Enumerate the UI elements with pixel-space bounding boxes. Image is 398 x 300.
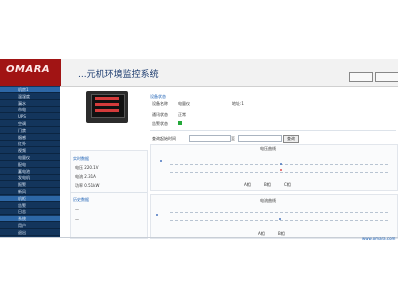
sidebar-item-label: 用户	[18, 223, 26, 228]
chart1-gridline-1	[170, 164, 388, 165]
comm-status-label: 通讯状态	[152, 112, 168, 117]
device-name-label: 设备名称	[152, 101, 168, 106]
start-date-input[interactable]	[189, 135, 231, 142]
sidebar-item-label: 告警	[18, 202, 26, 208]
device-name-value: 电量仪	[178, 101, 190, 106]
chart2-legend-1: A相	[258, 231, 265, 236]
device-address: 地址:1	[232, 101, 244, 106]
sidebar-item-label: 视频	[18, 148, 26, 154]
sidebar-item[interactable]: 红外	[0, 141, 60, 148]
sidebar-item-label: 机柜	[18, 195, 26, 201]
sidebar-item-label: 退出	[18, 229, 26, 235]
chart1-panel	[150, 144, 398, 191]
chart1-point	[160, 160, 162, 162]
sidebar-item-label: 发电机	[18, 175, 30, 181]
sidebar-item[interactable]: 视频	[0, 148, 60, 155]
realtime-item-3: 功率 0.51kW	[75, 183, 100, 188]
chart1-point	[280, 169, 282, 171]
sidebar-item[interactable]: UPS	[0, 114, 60, 121]
left-panel	[70, 150, 148, 239]
sidebar-item[interactable]: 蓄电池	[0, 169, 60, 175]
sidebar-item[interactable]: 报警	[0, 182, 60, 189]
query-end-label: 至	[231, 136, 235, 141]
sidebar-item[interactable]: 温湿度	[0, 94, 60, 100]
sidebar-item-label: 蓄电池	[18, 168, 30, 174]
sidebar-item-label: UPS	[18, 114, 26, 120]
close-button[interactable]	[375, 72, 398, 82]
display-row-1	[95, 97, 119, 100]
sidebar-item[interactable]: 漏水	[0, 101, 60, 107]
sidebar-item[interactable]: 告警	[0, 203, 60, 209]
minimize-button[interactable]	[349, 72, 373, 82]
sidebar-item[interactable]: 市电	[0, 107, 60, 114]
sidebar-item[interactable]: 机房1	[0, 87, 60, 93]
chart1-gridline-2	[170, 172, 388, 173]
sidebar-item[interactable]: 门禁	[0, 128, 60, 134]
sidebar-item-label: 日志	[18, 209, 26, 215]
sidebar-item[interactable]: 空调	[0, 121, 60, 127]
display-row-2	[95, 103, 119, 106]
chart1-title: 电压曲线	[260, 146, 276, 151]
sidebar-item[interactable]: 用户	[0, 223, 60, 229]
sidebar-item[interactable]: 新风	[0, 189, 60, 195]
sidebar-item[interactable]: 配电	[0, 162, 60, 168]
chart1-legend-1: A相	[244, 182, 251, 187]
chart2-gridline-1	[170, 212, 388, 213]
footer-divider	[0, 237, 398, 238]
logo-text: OMARA	[6, 64, 51, 75]
sidebar-item-label: 漏水	[18, 100, 26, 106]
sidebar-item-label: 电量仪	[18, 155, 30, 160]
app-title: ...元机环境监控系统	[78, 70, 159, 80]
device-section-title: 设备状态	[150, 94, 166, 99]
chart2-point	[156, 214, 158, 216]
sidebar-item-label: 市电	[18, 107, 26, 113]
sidebar-item[interactable]: 电量仪	[0, 155, 60, 161]
sidebar-item[interactable]: 烟感	[0, 135, 60, 141]
chart2-legend-2: B相	[278, 231, 285, 236]
realtime-item-1: 电压 220.1V	[75, 165, 99, 170]
realtime-item-2: 电流 2.31A	[75, 174, 96, 179]
sidebar-item[interactable]: 发电机	[0, 175, 60, 182]
chart2-point	[279, 218, 281, 220]
query-start-label: 查询起始时间	[152, 136, 176, 141]
history-title: 历史数据	[73, 197, 89, 202]
sidebar-item-label: 机房1	[18, 87, 29, 92]
sidebar-item[interactable]: 退出	[0, 230, 60, 236]
sidebar-item-label: 系统	[18, 216, 26, 222]
alarm-status-label: 告警状态	[152, 121, 168, 126]
sidebar-item-label: 门禁	[18, 127, 26, 133]
sidebar-item[interactable]: 机柜	[0, 195, 60, 202]
chart1-point	[280, 163, 282, 165]
sidebar-item[interactable]: 日志	[0, 209, 60, 216]
chart1-legend-3: C相	[284, 182, 291, 187]
sidebar-item-label: 烟感	[18, 134, 26, 140]
history-item-1: —	[75, 207, 79, 212]
status-indicator	[178, 121, 182, 125]
display-row-3	[95, 109, 119, 112]
end-date-input[interactable]	[238, 135, 282, 142]
sidebar-item[interactable]: 系统	[0, 216, 60, 223]
sidebar-item-label: 配电	[18, 161, 26, 167]
sidebar-item-label: 空调	[18, 121, 26, 126]
sidebar-item-label: 红外	[18, 141, 26, 147]
comm-status-value: 正常	[178, 112, 186, 117]
chart1-legend-2: B相	[264, 182, 271, 187]
footer-link[interactable]: www.omara.com	[362, 236, 395, 241]
left-divider	[70, 192, 147, 193]
sidebar-item-label: 新风	[18, 189, 26, 194]
sidebar-item-label: 温湿度	[18, 93, 30, 99]
history-item-2: —	[75, 217, 79, 222]
sidebar-item-label: 报警	[18, 182, 26, 188]
chart2-title: 电流曲线	[260, 198, 276, 203]
query-button[interactable]: 查询	[283, 135, 299, 143]
realtime-title: 实时数据	[73, 156, 89, 161]
chart2-gridline-2	[170, 220, 388, 221]
divider	[150, 130, 396, 131]
